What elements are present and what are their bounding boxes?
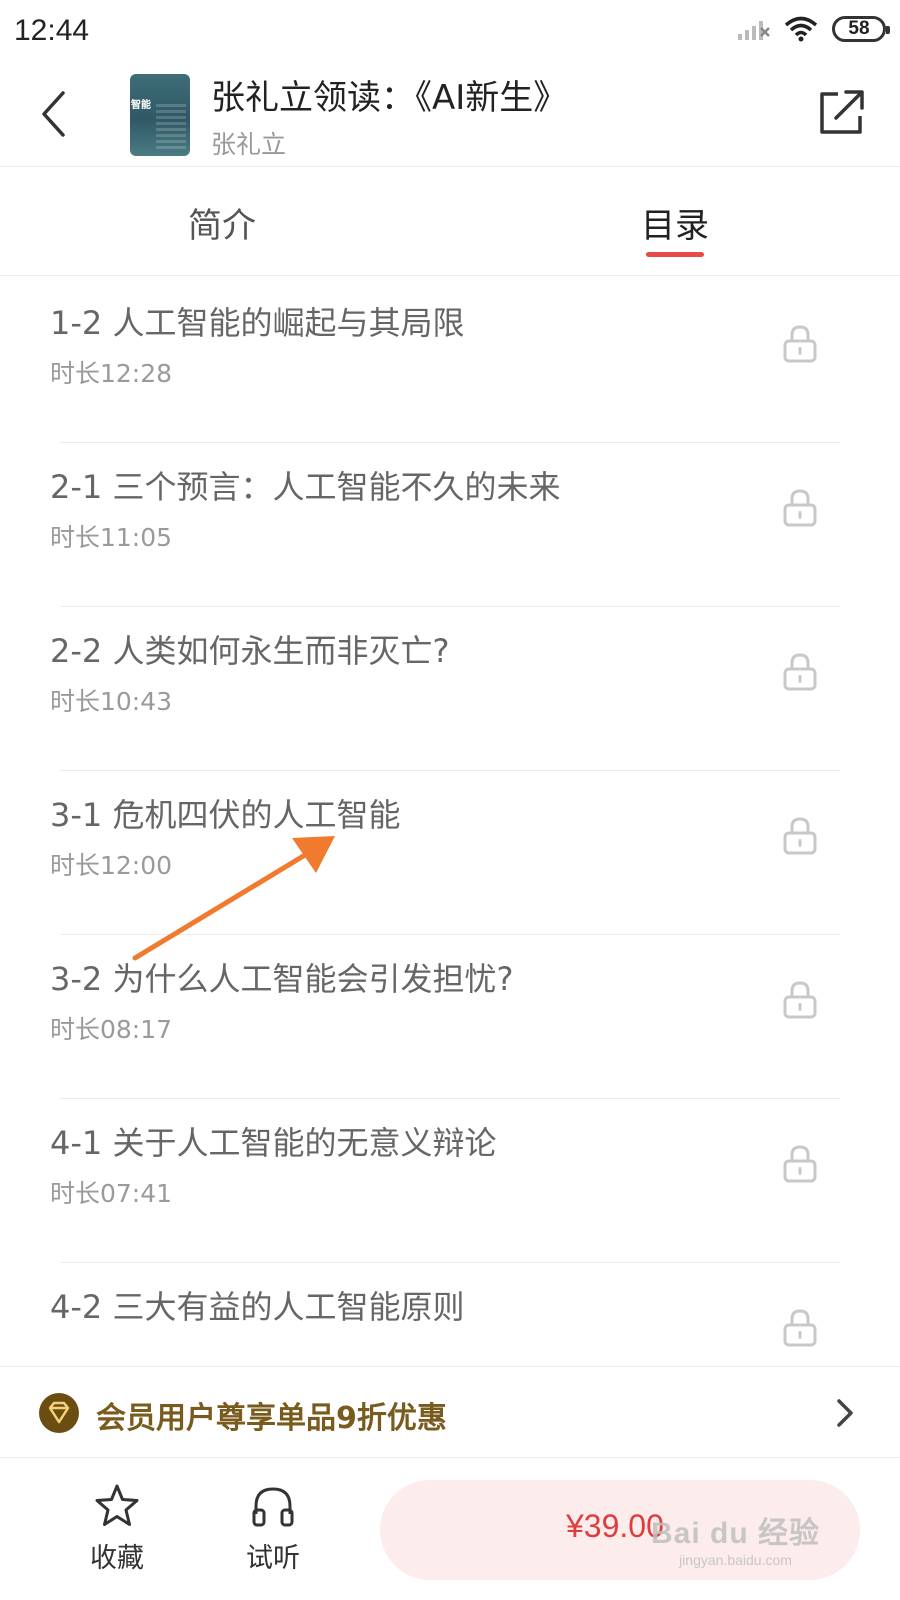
chapter-duration: 时长08:17 [50,1015,173,1044]
watermark-sub: jingyan.baidu.com [679,1552,792,1568]
chapter-item[interactable]: 4-1 关于人工智能的无意义辩论 时长07:41 [0,1096,900,1263]
lock-icon [783,653,817,691]
cover-text: 智能 [131,100,151,111]
chapter-duration: 时长12:28 [50,359,173,388]
chapter-title: 2-2 人类如何永生而非灭亡? [50,632,450,670]
chapter-item[interactable]: 2-1 三个预言：人工智能不久的未来 时长11:05 [0,440,900,607]
favorite-button[interactable]: 收藏 [72,1482,162,1578]
tab-intro[interactable]: 简介 [188,198,256,247]
book-author: 张礼立 [211,130,287,159]
chevron-right-icon [837,1399,853,1427]
status-icons: 58 [736,16,890,42]
chapter-title: 4-1 关于人工智能的无意义辩论 [50,1124,497,1162]
chapter-title: 3-2 为什么人工智能会引发担忧? [50,960,514,998]
status-time: 12:44 [14,14,90,47]
chapter-title: 1-2 人工智能的崛起与其局限 [50,304,465,342]
chapter-list[interactable]: 1-2 人工智能的崛起与其局限 时长12:28 2-1 三个预言：人工智能不久的… [0,276,900,1366]
price: ¥39.00 [566,1508,664,1544]
chapter-title: 4-2 三大有益的人工智能原则 [50,1288,465,1326]
lock-icon [783,817,817,855]
favorite-label: 收藏 [90,1543,144,1574]
lock-icon [783,489,817,527]
bottom-action-bar: 收藏 试听 ¥39.00 Bai du 经验 jingyan.baidu.com [0,1458,900,1600]
battery-indicator: 58 [832,16,890,42]
chapter-item[interactable]: 3-2 为什么人工智能会引发担忧? 时长08:17 [0,932,900,1099]
listen-label: 试听 [246,1543,300,1574]
chapter-item[interactable]: 2-2 人类如何永生而非灭亡? 时长10:43 [0,604,900,771]
star-icon [95,1484,139,1526]
signal-icon [738,21,770,40]
member-discount-banner[interactable]: 会员用户尊享单品9折优惠 [0,1366,900,1458]
chapter-item[interactable]: 4-2 三大有益的人工智能原则 [0,1260,900,1366]
preview-listen-button[interactable]: 试听 [228,1482,318,1578]
buy-button[interactable]: ¥39.00 Bai du 经验 jingyan.baidu.com [380,1480,860,1580]
chapter-title: 2-1 三个预言：人工智能不久的未来 [50,468,561,506]
chapter-item[interactable]: 3-1 危机四伏的人工智能 时长12:00 [0,768,900,935]
chapter-duration: 时长12:00 [50,851,173,880]
book-title: 张礼立领读：《AI新生》 [211,78,568,118]
chapter-title: 3-1 危机四伏的人工智能 [50,796,401,834]
tab-bar: 简介 目录 [0,168,900,276]
lock-icon [783,981,817,1019]
member-discount-text: 会员用户尊享单品9折优惠 [96,1401,447,1436]
headphones-icon [252,1487,294,1527]
active-tab-indicator [646,252,704,257]
status-bar: 12:44 58 [0,0,900,62]
tab-catalog[interactable]: 目录 [641,198,709,247]
vip-diamond-icon [39,1393,79,1433]
baidu-watermark: Bai du 经验 jingyan.baidu.com [651,1508,820,1568]
watermark-main: Bai du 经验 [650,1517,820,1550]
header: 智能 张礼立领读：《AI新生》 张礼立 [0,62,900,167]
share-button[interactable] [816,86,866,138]
chapter-duration: 时长10:43 [50,687,173,716]
book-cover: 智能 [130,74,190,156]
back-button[interactable] [28,84,78,144]
lock-icon [783,325,817,363]
chevron-left-icon [42,91,65,137]
chapter-duration: 时长07:41 [50,1179,173,1208]
wifi-icon [784,16,818,42]
chapter-duration: 时长11:05 [50,523,173,552]
lock-icon [783,1309,817,1347]
chapter-item[interactable]: 1-2 人工智能的崛起与其局限 时长12:28 [0,276,900,443]
share-icon [820,90,864,134]
lock-icon [783,1145,817,1183]
